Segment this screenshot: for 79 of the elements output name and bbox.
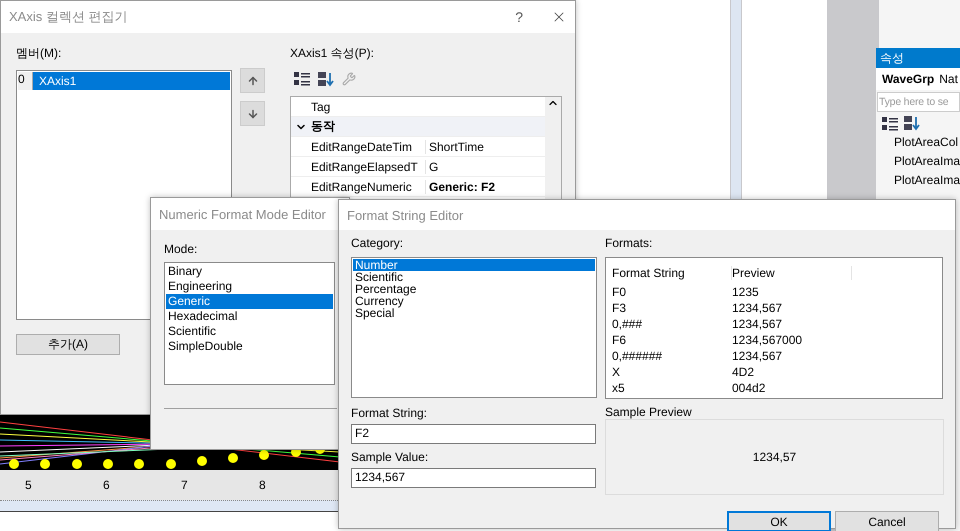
mode-item[interactable]: Generic — [166, 294, 333, 309]
object-type: Nat — [939, 72, 958, 86]
category-item[interactable]: Percentage — [353, 283, 595, 295]
sample-preview-value: 1234,57 — [752, 450, 796, 464]
data-point — [166, 459, 176, 469]
format-preview: 1235 — [732, 285, 760, 299]
object-name: WaveGrp — [882, 72, 934, 86]
categorized-icon[interactable] — [294, 72, 310, 86]
mode-item[interactable]: SimpleDouble — [166, 339, 333, 354]
mode-item[interactable]: Scientific — [166, 324, 333, 339]
data-point — [9, 459, 19, 469]
axis-label: 5 — [25, 478, 32, 492]
move-up-button[interactable] — [240, 68, 265, 93]
data-point — [72, 459, 82, 469]
property-name: EditRangeNumeric — [311, 180, 413, 194]
data-point — [103, 459, 113, 469]
sample-value-field[interactable]: 1234,567 — [351, 468, 596, 488]
axis-label: 7 — [181, 478, 188, 492]
axis-label: 6 — [103, 478, 110, 492]
sort-alphabetical-icon[interactable] — [904, 116, 920, 131]
format-code[interactable]: F6 — [612, 333, 732, 347]
members-label: 멤버(M): — [16, 45, 62, 62]
add-button[interactable]: 추가(A) — [16, 334, 120, 355]
arrow-up-icon — [246, 74, 258, 86]
column-header[interactable]: Preview — [732, 266, 852, 280]
format-code[interactable]: F3 — [612, 301, 732, 315]
property-name[interactable]: PlotAreaIma — [876, 152, 960, 171]
data-point — [40, 459, 50, 469]
data-point — [259, 450, 269, 460]
property-name[interactable]: PlotAreaIma — [876, 171, 960, 190]
format-preview: 1234,567 — [732, 301, 784, 315]
data-point — [228, 453, 238, 463]
category-item[interactable]: Number — [353, 259, 595, 271]
mode-label: Mode: — [164, 242, 198, 256]
move-down-button[interactable] — [240, 101, 265, 126]
help-button[interactable]: ? — [515, 9, 523, 25]
format-string-field[interactable]: F2 — [351, 424, 596, 444]
sample-preview-label: Sample Preview — [605, 405, 693, 419]
format-preview: 1234,567 — [732, 317, 784, 331]
sort-alphabetical-icon[interactable] — [318, 72, 334, 86]
mode-item[interactable]: Binary — [166, 264, 333, 279]
format-code[interactable]: F0 — [612, 285, 732, 299]
property-name: EditRangeElapsedT — [311, 160, 419, 174]
formats-label: Formats: — [605, 236, 654, 250]
ok-button[interactable]: OK — [727, 511, 831, 531]
format-preview: 1234,567 — [732, 349, 784, 363]
mode-item[interactable]: Engineering — [166, 279, 333, 294]
axis-label: 8 — [259, 478, 266, 492]
window-title: XAxis 컬렉션 편집기 — [9, 8, 128, 26]
format-preview: 1234,567000 — [732, 333, 804, 347]
sample-value-label: Sample Value: — [351, 450, 430, 464]
format-code[interactable]: 0,###### — [612, 349, 732, 363]
format-code[interactable]: 0,### — [612, 317, 732, 331]
category-item[interactable]: Special — [353, 307, 595, 319]
categorized-icon[interactable] — [882, 116, 898, 130]
category-label: Category: — [351, 236, 404, 250]
window-title: Numeric Format Mode Editor — [159, 206, 327, 222]
window-title: Format String Editor — [347, 208, 464, 222]
property-name[interactable]: PlotAreaCol — [876, 133, 960, 152]
property-name: Tag — [311, 100, 332, 114]
column-header[interactable]: Format String — [612, 266, 732, 280]
arrow-down-icon — [246, 108, 258, 120]
member-item[interactable]: XAxis1 — [33, 72, 230, 90]
properties-label: XAxis1 속성(P): — [290, 45, 376, 62]
format-code[interactable]: x5 — [612, 381, 732, 395]
format-preview: 004d2 — [732, 381, 766, 395]
mode-item[interactable]: Hexadecimal — [166, 309, 333, 324]
item-index: 0 — [18, 72, 33, 90]
format-preview: 4D2 — [732, 365, 756, 379]
data-point — [134, 459, 144, 469]
data-point — [197, 456, 207, 466]
format-code[interactable]: X — [612, 365, 732, 379]
property-name: EditRangeDateTim — [311, 140, 413, 154]
category-item[interactable]: Currency — [353, 295, 595, 307]
panel-title: 속성 — [880, 50, 904, 66]
category-item[interactable]: Scientific — [353, 271, 595, 283]
format-string-label: Format String: — [351, 406, 428, 420]
cancel-button[interactable]: Cancel — [835, 511, 939, 531]
category-name: 동작 — [311, 118, 336, 135]
